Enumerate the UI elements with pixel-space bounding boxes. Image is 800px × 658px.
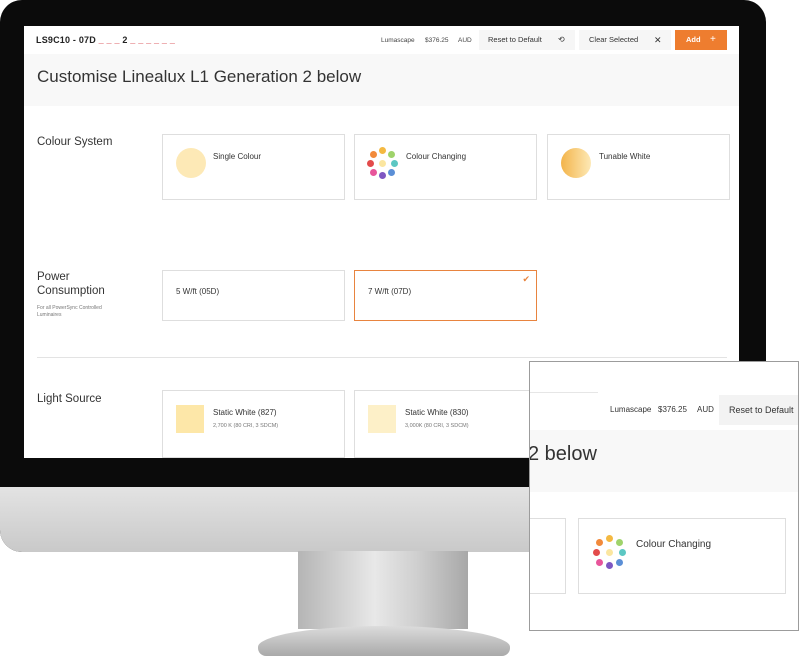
page-title-fragment: 2 below (529, 443, 597, 465)
option-name: Static White (830) (405, 408, 469, 417)
top-bar: LS9C10 - 07D _ _ _ 2 _ _ _ _ _ _ Lumasca… (24, 26, 739, 55)
monitor-base (258, 626, 510, 656)
option-static-white-830[interactable]: Static White (830) 3,000K (80 CRI, 3 SDC… (354, 390, 537, 458)
clear-button-label: Clear Selected (589, 35, 639, 44)
product-code: LS9C10 - 07D _ _ _ 2 _ _ _ _ _ _ (36, 35, 175, 45)
section-label-light-source: Light Source (37, 393, 102, 405)
option-name: 5 W/ft (05D) (176, 287, 220, 296)
colour-swatch (368, 405, 396, 433)
option-7w-ft[interactable]: 7 W/ft (07D) ✔ (354, 270, 537, 321)
section-divider (37, 357, 727, 358)
product-code-blanks: _ _ _ _ _ _ (130, 35, 176, 45)
brand-label: Lumascape (381, 37, 415, 44)
brand-label: Lumascape (610, 405, 652, 414)
option-single-colour[interactable]: Single Colour (162, 134, 345, 200)
colour-wheel-icon (592, 534, 628, 570)
option-static-white-827[interactable]: Static White (827) 2,700 K (80 CRI, 3 SD… (162, 390, 345, 458)
plus-icon: + (710, 34, 716, 45)
option-name: Colour Changing (636, 539, 712, 550)
option-name: Single Colour (213, 152, 262, 161)
power-note-line: Luminaires (37, 311, 62, 318)
section-label-colour-system: Colour System (37, 136, 113, 148)
currency-label: AUD (697, 405, 714, 414)
option-detail: 3,000K (80 CRI, 3 SDCM) (405, 423, 469, 429)
add-button-label: Add (686, 35, 701, 44)
section-label-line: Consumption (37, 285, 105, 297)
power-note: For all PowerSync Controlled Luminaires (37, 305, 132, 318)
colour-wheel-icon (366, 146, 400, 180)
checkmark-icon: ✔ (522, 274, 530, 284)
option-card-partial[interactable] (530, 518, 566, 594)
option-colour-changing[interactable]: Colour Changing (354, 134, 537, 200)
price-value: $376.25 (658, 405, 687, 414)
reset-to-default-button[interactable]: Reset to Default ⟲ (479, 30, 575, 50)
add-button[interactable]: Add + (675, 30, 727, 50)
option-name: Static White (827) (213, 408, 277, 417)
clear-selected-button[interactable]: Clear Selected ✕ (579, 30, 671, 50)
option-tunable-white[interactable]: Tunable White (547, 134, 730, 200)
zoom-divider (530, 362, 598, 393)
monitor-stand (298, 551, 468, 629)
product-code-prefix: LS9C10 - 07D (36, 35, 96, 45)
option-colour-changing[interactable]: Colour Changing (578, 518, 786, 594)
zoom-top-bar: Lumascape $376.25 AUD Reset to Default (530, 362, 798, 430)
zoom-detail-panel: Lumascape $376.25 AUD Reset to Default 2… (529, 361, 799, 631)
section-label-line: Power (37, 271, 70, 283)
zoom-title-bar: 2 below (530, 430, 798, 492)
option-detail: 2,700 K (80 CRI, 3 SDCM) (213, 423, 279, 429)
colour-swatch (176, 405, 204, 433)
title-bar: Customise Linealux L1 Generation 2 below (24, 54, 739, 106)
reset-button-label: Reset to Default (488, 35, 542, 44)
undo-icon: ⟲ (558, 35, 565, 44)
product-code-digit: 2 (122, 35, 128, 45)
section-label-power: Power Consumption (37, 270, 105, 298)
option-name: Colour Changing (406, 152, 467, 161)
close-icon: ✕ (654, 35, 662, 45)
tunable-white-icon (561, 148, 591, 178)
product-code-blanks: _ _ _ (98, 35, 120, 45)
reset-to-default-button[interactable]: Reset to Default (719, 395, 798, 425)
price-value: $376.25 (425, 37, 449, 44)
page-title: Customise Linealux L1 Generation 2 below (37, 67, 362, 86)
option-5w-ft[interactable]: 5 W/ft (05D) (162, 270, 345, 321)
single-colour-icon (176, 148, 206, 178)
option-name: Tunable White (599, 152, 651, 161)
currency-label: AUD (458, 37, 472, 44)
option-name: 7 W/ft (07D) (368, 287, 412, 296)
